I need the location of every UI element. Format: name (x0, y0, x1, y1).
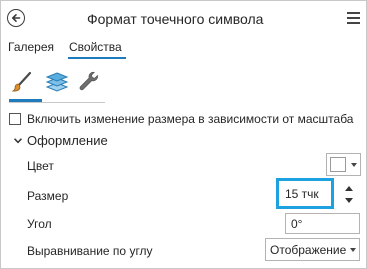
color-swatch (330, 157, 346, 172)
menu-icon[interactable] (347, 12, 360, 24)
dropdown-arrow-icon (350, 248, 356, 252)
alignment-select[interactable]: Отображение (265, 238, 360, 261)
alignment-value: Отображение (270, 243, 347, 257)
size-increment-button[interactable] (342, 182, 356, 194)
size-value: 15 тчк (285, 187, 319, 201)
tab-properties[interactable]: Свойства (69, 40, 122, 54)
back-arrow-icon (12, 14, 21, 22)
scale-size-checkbox[interactable] (9, 113, 21, 125)
alignment-label: Выравнивание по углу (27, 244, 153, 258)
size-input[interactable]: 15 тчк (276, 178, 334, 209)
spin-down-icon (345, 197, 353, 203)
back-button[interactable] (7, 9, 25, 27)
color-label: Цвет (27, 159, 54, 173)
symbol-format-pane: Формат точечного символа Галерея Свойств… (0, 0, 367, 269)
paintbrush-icon[interactable] (9, 69, 35, 95)
chevron-down-icon[interactable] (14, 137, 22, 145)
size-decrement-button[interactable] (342, 194, 356, 206)
size-label: Размер (27, 189, 69, 203)
active-tab-indicator (68, 57, 126, 59)
color-picker-dropdown[interactable] (326, 153, 361, 176)
pane-title: Формат точечного символа (87, 11, 264, 27)
spin-up-icon (345, 185, 353, 191)
angle-value: 0° (291, 217, 303, 231)
dropdown-arrow-icon (351, 163, 357, 167)
angle-input[interactable]: 0° (285, 213, 360, 234)
tab-gallery[interactable]: Галерея (8, 40, 54, 54)
wrench-icon[interactable] (76, 69, 102, 95)
scale-size-label: Включить изменение размера в зависимости… (27, 112, 354, 126)
tools-divider (9, 102, 105, 103)
layers-icon[interactable] (44, 69, 70, 95)
appearance-section-title[interactable]: Оформление (27, 133, 108, 148)
angle-label: Угол (27, 217, 52, 231)
